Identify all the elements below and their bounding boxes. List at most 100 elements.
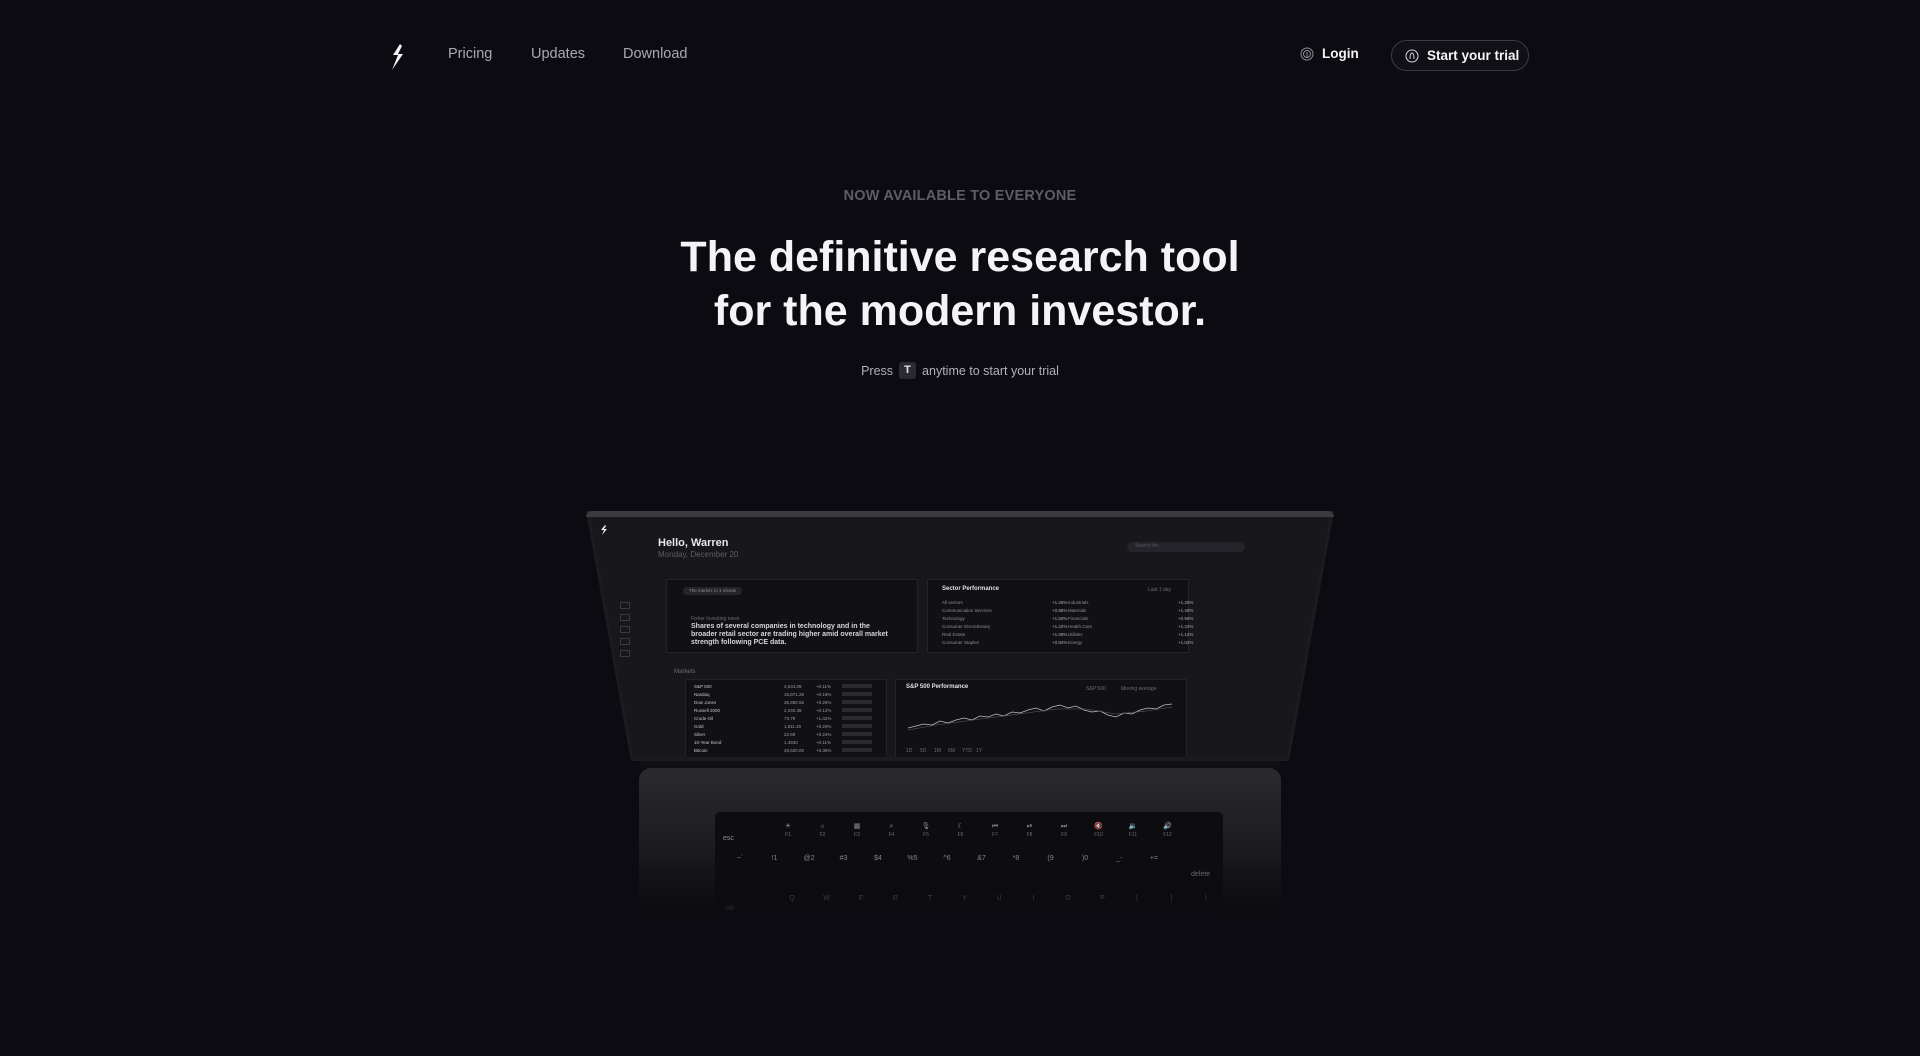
market-row: Dow Jones 35,950.56 +0.26% [694,700,872,705]
nav-link-updates[interactable]: Updates [531,46,585,62]
app-search-input: Search for... [1127,542,1245,552]
sector-range: Last 1 day [1148,587,1172,593]
market-change-pill [842,692,872,696]
chart-range-tab: 6M [948,748,955,754]
sp500-chart-card: S&P 500 Performance S&P 500 Moving avera… [895,679,1187,757]
sector-name: Utilities [1068,632,1083,637]
app-screen: Hello, Warren Monday, December 20 Search… [590,517,1330,757]
keyboard-shortcut-key: T [899,362,917,379]
sector-value: +1.12% [1178,632,1194,637]
chart-range-tab: 1Y [976,748,983,754]
laptop-hinge [640,761,1280,768]
sector-title: Sector Performance [942,586,1000,592]
sector-name: Real Estate [942,632,966,637]
market-name: Bitcoin [694,748,708,753]
markets-label: Markets [674,669,696,675]
sector-row: Consumer Staples +0.84% [942,640,1067,645]
market-price: 73.79 [784,716,796,721]
market-row: S&P 500 4,634.09 +0.11% [694,684,872,689]
start-trial-button[interactable]: Start your trial [1391,40,1529,71]
market-name: 10-Year Bond [694,740,722,745]
chart-range-tab: YTD [962,748,972,754]
app-search-placeholder: Search for... [1135,543,1162,549]
sector-performance-card: Sector Performance Last 1 day All sector… [927,579,1193,653]
market-name: S&P 500 [694,684,712,689]
headline-line-2: for the modern investor. [713,287,1207,335]
press-hint: Press T anytime to start your trial [0,362,1920,379]
app-greeting: Hello, Warren [658,537,729,549]
sp500-line [907,703,1173,729]
market-change: +0.20% [816,724,832,729]
market-change: +0.35% [816,748,832,753]
market-change: +0.12% [816,708,832,713]
market-row: Russell 2000 2,245.38 +0.12% [694,708,872,713]
sector-value: +1.22% [1052,624,1068,629]
sector-value: +0.84% [1052,640,1068,645]
sector-row: Industrials +1.20% [1068,600,1193,605]
market-change: +0.24% [816,732,832,737]
app-sidebar-icon [620,614,630,621]
market-row: Bitcoin 48,620.00 +0.35% [694,748,872,753]
sector-name: Technology [942,616,965,621]
sector-value: +1.20% [1178,600,1194,605]
market-price: 1.4930 [784,740,798,745]
market-change-pill [842,732,872,736]
market-price: 15,871.26 [784,692,805,697]
app-sidebar-icon [620,650,630,657]
app-sidebar-icon [620,602,630,609]
chart-range-tab: 1D [906,748,913,754]
app-sidebar-icon [620,638,630,645]
chart-range-tab: 1M [934,748,941,754]
market-price: 2,245.38 [784,708,802,713]
market-change-pill [842,716,872,720]
app-logo-icon [601,525,607,535]
market-change: +0.19% [816,692,832,697]
sector-name: Health Care [1068,624,1093,629]
app-date: Monday, December 20 [658,550,739,559]
market-change: +0.11% [816,740,832,745]
sector-name: Financials [1068,616,1089,621]
market-change: +0.11% [816,684,832,689]
market-price: 35,950.56 [784,700,805,705]
laptop-base: esc☀F1☼F2▦F3⌕F4🎙F5☾F6⏮F7⏯F8⏭F9🔇F10🔉F11🔊F… [639,768,1281,923]
market-change: +0.26% [816,700,832,705]
market-name: Dow Jones [694,700,717,705]
market-name: Crude Oil [694,716,714,721]
eyebrow-text: NOW AVAILABLE TO EVERYONE [843,188,1077,204]
market-name: Gold [694,724,704,729]
market-price: 1,811.20 [784,724,802,729]
press-prefix: Press [861,363,894,378]
nav-link-pricing[interactable]: Pricing [448,46,492,62]
sector-name: Consumer Staples [942,640,980,645]
nav-link-download[interactable]: Download [623,46,688,62]
fingerprint-icon [1300,47,1314,60]
login-button[interactable]: Login [1300,46,1359,61]
sector-row: All sectors +1.26% [942,600,1067,605]
market-change-pill [842,700,872,704]
market-row: Crude Oil 73.79 +1.42% [694,716,872,721]
moving-average-line [907,706,1173,731]
news-source: Fisher Investing news [691,616,740,622]
sector-row: Financials +0.90% [1068,616,1193,621]
market-row: Nasdaq 15,871.26 +0.19% [694,692,872,697]
login-label: Login [1322,46,1359,61]
market-change-pill [842,748,872,752]
sector-value: +1.50% [1052,616,1068,621]
market-change: +1.42% [816,716,832,721]
sector-row: Energy +1.02% [1068,640,1193,645]
logo-icon[interactable] [388,42,408,72]
laptop-bezel [586,511,1334,517]
sector-value: +0.85% [1052,608,1068,613]
start-trial-label: Start your trial [1427,48,1520,63]
sector-row: Utilities +1.12% [1068,632,1193,637]
market-name: Russell 2000 [694,708,721,713]
market-price: 4,634.09 [784,684,802,689]
sector-row: Communication Services +0.85% [942,608,1067,613]
press-suffix: anytime to start your trial [922,363,1059,378]
sector-name: Industrials [1068,600,1089,605]
sector-name: All sectors [942,600,963,605]
sector-row: Real Estate +1.08% [942,632,1067,637]
fingerprint-icon [1405,49,1419,62]
market-row: Silver 22.89 +0.24% [694,732,872,737]
sector-value: +0.90% [1178,616,1194,621]
